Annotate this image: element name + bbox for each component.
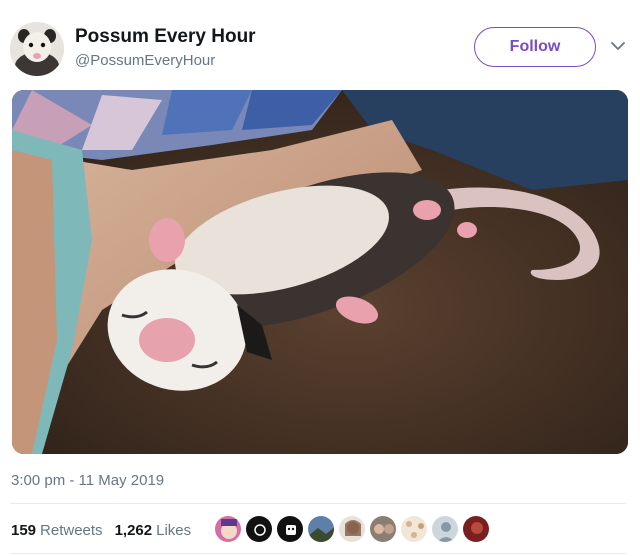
divider xyxy=(10,553,626,554)
retweet-label: Retweets xyxy=(40,521,103,539)
liker-avatar[interactable] xyxy=(400,515,428,543)
retweets-stat[interactable]: 159 Retweets xyxy=(11,522,103,539)
pattern-avatar-icon xyxy=(401,516,427,542)
user-handle[interactable]: @PossumEveryHour xyxy=(75,52,215,69)
likers-avatars xyxy=(214,515,490,545)
liker-avatar[interactable] xyxy=(214,515,242,543)
liker-avatar[interactable] xyxy=(245,515,273,543)
avatar[interactable] xyxy=(10,22,64,76)
default-avatar-icon xyxy=(432,516,458,542)
divider xyxy=(10,503,626,504)
person-avatar-icon xyxy=(339,516,365,542)
liker-avatar[interactable] xyxy=(307,515,335,543)
emoji-avatar-icon xyxy=(277,516,303,542)
anime-avatar-icon xyxy=(215,516,241,542)
likes-stat[interactable]: 1,262 Likes xyxy=(115,522,192,539)
retweet-count: 159 xyxy=(11,521,37,539)
liker-avatar[interactable] xyxy=(276,515,304,543)
tweet-media-photo[interactable] xyxy=(12,90,628,454)
like-count: 1,262 xyxy=(114,521,153,539)
tweet-stats: 159 Retweets 1,262 Likes xyxy=(11,519,203,541)
tweet-timestamp[interactable]: 3:00 pm - 11 May 2019 xyxy=(11,472,164,489)
liker-avatar[interactable] xyxy=(431,515,459,543)
tweet: Possum Every Hour @PossumEveryHour Follo… xyxy=(0,0,640,556)
possum-avatar-icon xyxy=(10,22,64,76)
liker-avatar[interactable] xyxy=(338,515,366,543)
possum-photo xyxy=(12,90,628,454)
landscape-avatar-icon xyxy=(308,516,334,542)
user-name[interactable]: Possum Every Hour xyxy=(75,26,256,48)
like-label: Likes xyxy=(156,521,192,539)
follow-button[interactable]: Follow xyxy=(474,27,596,67)
chevron-down-icon[interactable] xyxy=(610,38,626,54)
red-avatar-icon xyxy=(463,516,489,542)
liker-avatar[interactable] xyxy=(369,515,397,543)
tweet-header: Possum Every Hour @PossumEveryHour Follo… xyxy=(10,22,630,80)
liker-avatar[interactable] xyxy=(462,515,490,543)
black-circle-avatar-icon xyxy=(246,516,272,542)
group-avatar-icon xyxy=(370,516,396,542)
